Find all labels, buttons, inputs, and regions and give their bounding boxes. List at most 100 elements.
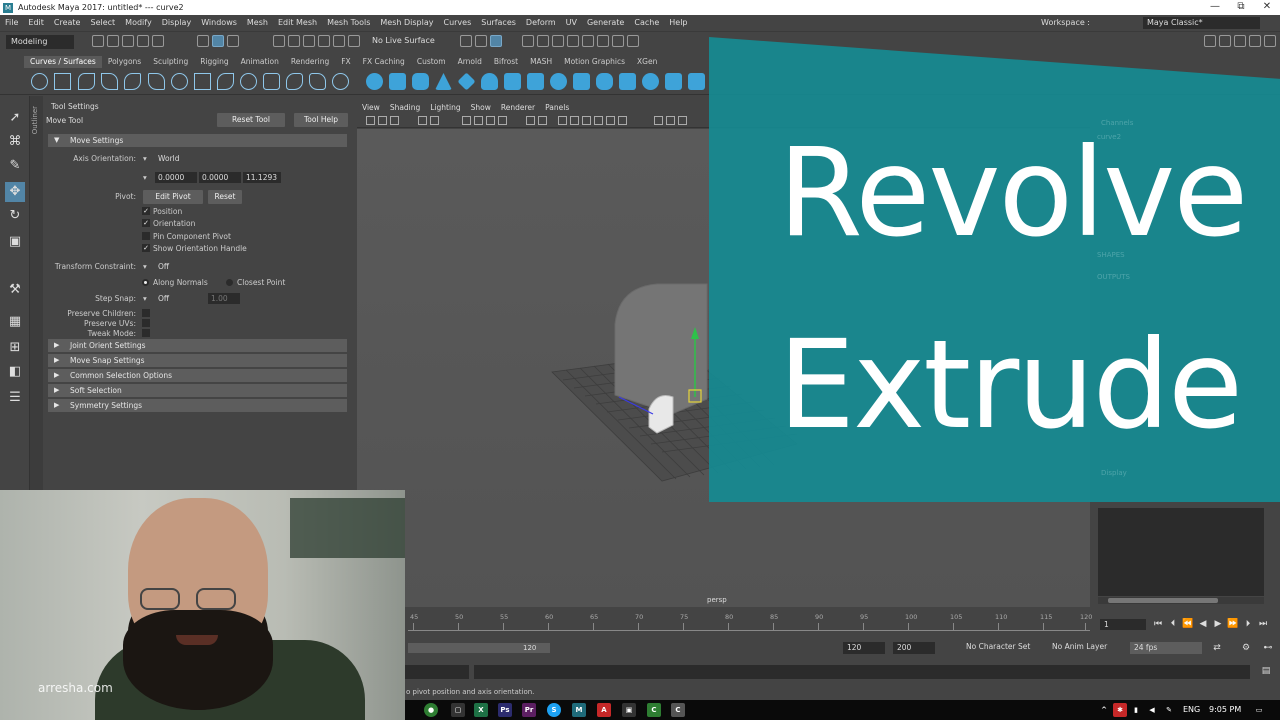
extrude-icon[interactable] xyxy=(573,73,590,90)
shelf-tab-animation[interactable]: Animation xyxy=(235,56,285,68)
menu-uv[interactable]: UV xyxy=(561,18,582,27)
select-camera-icon[interactable] xyxy=(366,116,375,125)
edit-pivot-button[interactable]: Edit Pivot xyxy=(143,190,203,204)
step-forward-icon[interactable]: ⏵ xyxy=(1242,618,1254,630)
time-slider-track[interactable] xyxy=(408,623,1090,631)
shelf-tab-rigging[interactable]: Rigging xyxy=(194,56,234,68)
menu-mesh[interactable]: Mesh xyxy=(242,18,273,27)
boundary-icon[interactable] xyxy=(642,73,659,90)
scrollbar-thumb[interactable] xyxy=(1108,598,1218,603)
insert-knot-icon[interactable] xyxy=(240,73,257,90)
make-live-icon[interactable] xyxy=(333,35,345,47)
excel-icon[interactable]: X xyxy=(474,703,488,717)
move-settings-section[interactable]: ▼ Move Settings xyxy=(48,134,347,147)
tray-language[interactable]: ENG xyxy=(1183,705,1200,714)
shelf-tab-curves-surfaces[interactable]: Curves / Surfaces xyxy=(24,56,102,68)
play-forwards-icon[interactable]: ▶ xyxy=(1212,618,1224,630)
axis-x-field[interactable]: 0.0000 xyxy=(155,172,197,183)
rotate-tool-icon[interactable]: ↻ xyxy=(5,206,25,226)
step-back-key-icon[interactable]: ⏪ xyxy=(1182,618,1194,630)
step-snap-select[interactable]: Off xyxy=(155,293,203,304)
menu-generate[interactable]: Generate xyxy=(582,18,629,27)
depth-of-field-icon[interactable] xyxy=(678,116,687,125)
outliner-layout-icon[interactable]: ☰ xyxy=(5,388,25,408)
birail-icon[interactable] xyxy=(596,73,613,90)
preserve-uvs-checkbox[interactable] xyxy=(142,319,150,327)
axis-y-field[interactable]: 0.0000 xyxy=(199,172,241,183)
current-frame-field[interactable]: 1 xyxy=(1100,619,1146,630)
menu-mesh-tools[interactable]: Mesh Tools xyxy=(322,18,375,27)
workspace-select[interactable]: Maya Classic* xyxy=(1143,17,1260,29)
character-controls-icon[interactable] xyxy=(612,35,624,47)
menu-windows[interactable]: Windows xyxy=(196,18,242,27)
planar-icon[interactable] xyxy=(550,73,567,90)
symmetry-section[interactable]: ▶ Symmetry Settings xyxy=(48,399,347,412)
shelf-tab-xgen[interactable]: XGen xyxy=(631,56,663,68)
shadows-icon[interactable] xyxy=(582,116,591,125)
camtasia-icon[interactable]: C xyxy=(647,703,661,717)
viewport-menu-lighting[interactable]: Lighting xyxy=(425,103,465,112)
character-set-select[interactable]: No Character Set xyxy=(966,642,1030,651)
menu-deform[interactable]: Deform xyxy=(521,18,561,27)
time-slider[interactable] xyxy=(405,607,1280,637)
folder-icon[interactable]: ▣ xyxy=(622,703,636,717)
common-selection-section[interactable]: ▶ Common Selection Options xyxy=(48,369,347,382)
smooth-shade-icon[interactable] xyxy=(538,116,547,125)
menu-display[interactable]: Display xyxy=(157,18,197,27)
tool-settings-toggle-icon[interactable] xyxy=(1234,35,1246,47)
snap-curve-icon[interactable] xyxy=(288,35,300,47)
go-to-start-icon[interactable]: ⏮ xyxy=(1152,618,1164,630)
shelf-tab-sculpting[interactable]: Sculpting xyxy=(147,56,194,68)
playback-end-field[interactable]: 120 xyxy=(843,642,885,654)
nurbs-square-icon[interactable] xyxy=(54,73,71,90)
modeling-toolkit-icon[interactable] xyxy=(597,35,609,47)
axis-orientation-select[interactable]: World xyxy=(155,153,281,164)
step-back-icon[interactable]: ⏴ xyxy=(1167,618,1179,630)
select-component-icon[interactable] xyxy=(227,35,239,47)
redo-icon[interactable] xyxy=(152,35,164,47)
tray-clock[interactable]: 9:05 PM xyxy=(1209,705,1241,714)
fps-select[interactable]: 24 fps xyxy=(1130,642,1202,654)
xray-icon[interactable] xyxy=(594,116,603,125)
tray-volume-icon[interactable]: ◀ xyxy=(1145,703,1159,717)
snap-surface-icon[interactable] xyxy=(348,35,360,47)
menu-help[interactable]: Help xyxy=(664,18,692,27)
menu-modify[interactable]: Modify xyxy=(120,18,157,27)
detach-curves-icon[interactable] xyxy=(217,73,234,90)
nurbs-torus-icon[interactable] xyxy=(481,73,498,90)
chrome-icon[interactable]: ● xyxy=(424,703,438,717)
tool-help-button[interactable]: Tool Help xyxy=(294,113,348,127)
extend-curve-icon[interactable] xyxy=(263,73,280,90)
outliner-toggle-icon[interactable] xyxy=(1264,35,1276,47)
textured-icon[interactable] xyxy=(558,116,567,125)
app-icon[interactable]: C xyxy=(671,703,685,717)
live-surface-field[interactable]: No Live Surface xyxy=(372,36,435,45)
menu-set-select[interactable]: Modeling xyxy=(6,35,74,49)
premiere-icon[interactable]: Pr xyxy=(522,703,536,717)
shelf-tab-polygons[interactable]: Polygons xyxy=(102,56,147,68)
shelf-tab-arnold[interactable]: Arnold xyxy=(452,56,488,68)
new-scene-icon[interactable] xyxy=(92,35,104,47)
select-object-icon[interactable] xyxy=(212,35,224,47)
shelf-tab-bifrost[interactable]: Bifrost xyxy=(488,56,524,68)
snap-grid-icon[interactable] xyxy=(273,35,285,47)
tray-expand-icon[interactable]: ^ xyxy=(1097,703,1111,717)
skype-icon[interactable]: S xyxy=(547,703,561,717)
safe-action-icon[interactable] xyxy=(498,116,507,125)
closest-point-radio[interactable] xyxy=(226,279,233,286)
menu-edit-mesh[interactable]: Edit Mesh xyxy=(273,18,322,27)
animation-end-field[interactable]: 200 xyxy=(893,642,935,654)
layer-editor-scrollbar[interactable] xyxy=(1098,597,1264,604)
render-view-icon[interactable] xyxy=(475,35,487,47)
snap-view-plane-icon[interactable] xyxy=(318,35,330,47)
loft-icon[interactable] xyxy=(527,73,544,90)
shelf-tab-rendering[interactable]: Rendering xyxy=(285,56,335,68)
show-orientation-handle-checkbox[interactable]: ✓ xyxy=(142,244,150,252)
menu-curves[interactable]: Curves xyxy=(438,18,476,27)
tweak-mode-checkbox[interactable] xyxy=(142,329,150,337)
notification-icon[interactable]: ▭ xyxy=(1252,703,1266,717)
menu-file[interactable]: File xyxy=(0,18,23,27)
field-chart-icon[interactable] xyxy=(486,116,495,125)
anim-layer-select[interactable]: No Anim Layer xyxy=(1052,642,1107,651)
camera-attributes-icon[interactable] xyxy=(378,116,387,125)
